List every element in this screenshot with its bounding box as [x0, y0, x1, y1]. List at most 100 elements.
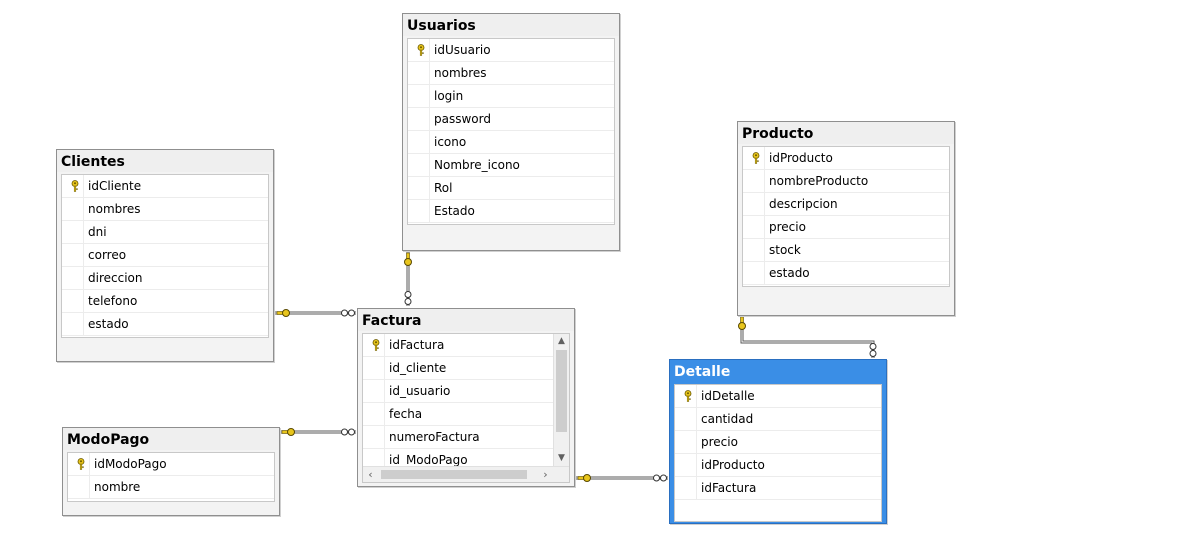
column-name: telefono — [88, 294, 138, 308]
column-row[interactable]: correo — [62, 244, 268, 267]
row-selector — [65, 290, 84, 312]
column-row[interactable]: idModoPago — [68, 453, 274, 476]
column-name: idModoPago — [94, 457, 167, 471]
column-grid: idDetalle cantidad precio idProducto idFactu… — [674, 384, 882, 522]
relationship-line — [740, 315, 875, 358]
column-row[interactable]: precio — [743, 216, 949, 239]
column-row[interactable]: idProducto — [743, 147, 949, 170]
factura-rows: idFactura id_cliente id_usuariofecha numero… — [363, 334, 553, 472]
scroll-thumb[interactable] — [381, 470, 527, 479]
column-row[interactable]: precio — [675, 431, 881, 454]
column-row[interactable]: Estado — [408, 200, 614, 223]
column-name: idUsuario — [434, 43, 491, 57]
row-selector — [746, 170, 765, 192]
key-icon — [65, 175, 84, 197]
infinity-icon — [341, 428, 355, 436]
infinity-icon — [869, 343, 877, 357]
column-row[interactable]: estado — [743, 262, 949, 285]
table-title[interactable]: Clientes — [57, 150, 273, 172]
row-selector — [65, 221, 84, 243]
table-clientes[interactable]: Clientes idCliente nombres dni correo direcc… — [56, 149, 274, 362]
horizontal-scrollbar[interactable]: ‹ › — [363, 466, 569, 482]
key-icon — [71, 453, 90, 475]
column-row[interactable]: descripcion — [743, 193, 949, 216]
table-title[interactable]: ModoPago — [63, 428, 279, 450]
column-row[interactable]: nombres — [408, 62, 614, 85]
column-name: dni — [88, 225, 107, 239]
row-selector — [678, 408, 697, 430]
column-row[interactable]: password — [408, 108, 614, 131]
column-row[interactable]: idFactura — [675, 477, 881, 500]
column-name: precio — [769, 220, 806, 234]
scroll-left-arrow-icon[interactable]: ‹ — [363, 467, 378, 482]
column-row[interactable]: id_cliente — [363, 357, 553, 380]
column-name: idCliente — [88, 179, 142, 193]
row-selector — [65, 313, 84, 335]
column-row[interactable]: idDetalle — [675, 385, 881, 408]
column-row[interactable]: cantidad — [675, 408, 881, 431]
column-row[interactable]: idUsuario — [408, 39, 614, 62]
column-row[interactable]: idFactura — [363, 334, 553, 357]
table-producto[interactable]: Producto idProducto nombreProducto descrip… — [737, 121, 955, 316]
column-name: login — [434, 89, 464, 103]
column-row[interactable]: Rol — [408, 177, 614, 200]
column-row[interactable]: dni — [62, 221, 268, 244]
row-selector — [71, 476, 90, 498]
column-row[interactable]: icono — [408, 131, 614, 154]
column-row[interactable]: idCliente — [62, 175, 268, 198]
table-title[interactable]: Factura — [358, 309, 574, 331]
table-title[interactable]: Detalle — [670, 360, 886, 382]
column-name: icono — [434, 135, 467, 149]
column-name: id_cliente — [389, 361, 447, 375]
row-selector — [746, 216, 765, 238]
infinity-icon — [653, 474, 667, 482]
column-row[interactable]: idProducto — [675, 454, 881, 477]
column-name: nombre — [94, 480, 141, 494]
column-row[interactable]: id_usuario — [363, 380, 553, 403]
column-grid: idUsuario nombres login password icono Nombre… — [407, 38, 615, 225]
vertical-scrollbar[interactable]: ▲ ▼ — [553, 334, 569, 466]
column-name: idFactura — [389, 338, 445, 352]
row-selector — [411, 177, 430, 199]
column-row[interactable]: stock — [743, 239, 949, 262]
row-selector — [746, 193, 765, 215]
key-connector-icon — [276, 309, 290, 317]
column-row[interactable]: login — [408, 85, 614, 108]
table-modopago[interactable]: ModoPago idModoPago nombre — [62, 427, 280, 516]
table-factura[interactable]: Factura idFactura id_cliente id_usuariofec… — [357, 308, 575, 487]
column-name: fecha — [389, 407, 423, 421]
table-title[interactable]: Usuarios — [403, 14, 619, 36]
column-row[interactable]: Nombre_icono — [408, 154, 614, 177]
column-row[interactable]: nombres — [62, 198, 268, 221]
column-row[interactable]: estado — [62, 313, 268, 336]
row-selector — [65, 244, 84, 266]
row-selector — [366, 380, 385, 402]
column-name: idDetalle — [701, 389, 755, 403]
row-selector — [65, 198, 84, 220]
column-row[interactable]: fecha — [363, 403, 553, 426]
scroll-down-arrow-icon[interactable]: ▼ — [554, 451, 569, 466]
table-usuarios[interactable]: Usuarios idUsuario nombres login password ic… — [402, 13, 620, 251]
column-row[interactable]: nombreProducto — [743, 170, 949, 193]
column-name: idProducto — [769, 151, 833, 165]
column-grid: idCliente nombres dni correo direccion telefo… — [61, 174, 269, 338]
scroll-up-arrow-icon[interactable]: ▲ — [554, 334, 569, 349]
column-row[interactable]: numeroFactura — [363, 426, 553, 449]
column-name: estado — [88, 317, 129, 331]
column-row[interactable]: nombre — [68, 476, 274, 499]
column-name: estado — [769, 266, 810, 280]
row-selector — [411, 131, 430, 153]
infinity-icon — [341, 309, 355, 317]
row-selector — [411, 200, 430, 222]
column-row[interactable]: direccion — [62, 267, 268, 290]
column-name: id_usuario — [389, 384, 451, 398]
table-detalle[interactable]: Detalle idDetalle cantidad precio idProduct… — [669, 359, 887, 524]
row-selector — [411, 85, 430, 107]
column-name: descripcion — [769, 197, 838, 211]
scroll-right-arrow-icon[interactable]: › — [538, 467, 553, 482]
column-row[interactable]: telefono — [62, 290, 268, 313]
column-grid: idFactura id_cliente id_usuariofecha numero… — [362, 333, 570, 483]
table-title[interactable]: Producto — [738, 122, 954, 144]
scroll-thumb[interactable] — [556, 350, 567, 432]
column-name: numeroFactura — [389, 430, 480, 444]
